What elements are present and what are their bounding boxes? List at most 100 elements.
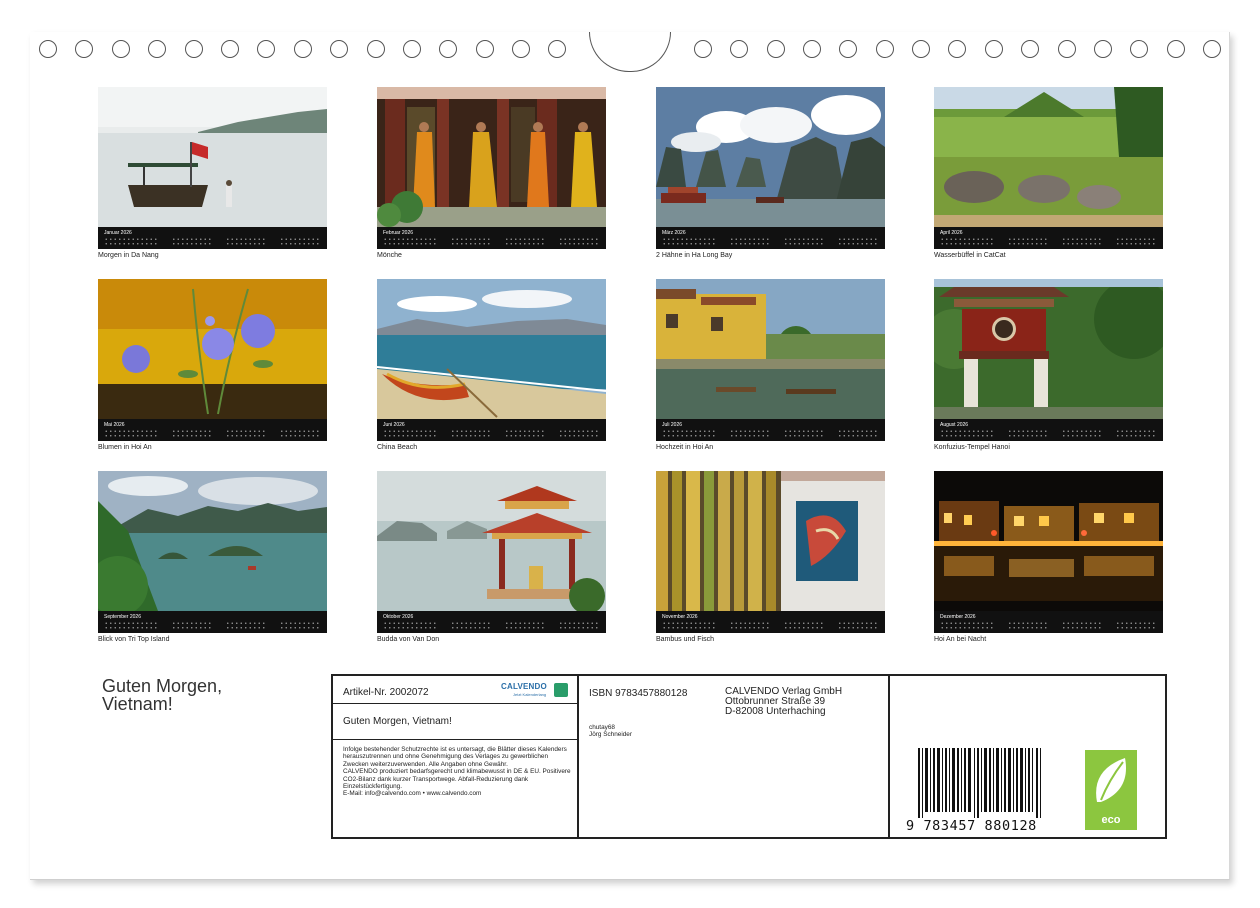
binding-hole xyxy=(439,40,457,58)
month-name: Juni 2026 xyxy=(383,422,405,428)
photo-ha-long-bay xyxy=(656,87,885,227)
binding-hole xyxy=(839,40,857,58)
barcode-number: 9 783457 880128 xyxy=(906,818,1037,834)
binding-hole xyxy=(730,40,748,58)
binding-hole xyxy=(1167,40,1185,58)
calendar-days xyxy=(940,429,1157,438)
month-name: Dezember 2026 xyxy=(940,614,976,620)
month-tile: April 2026 Wasserbüffel in CatCat xyxy=(934,87,1163,260)
photo-budda-van-don xyxy=(377,471,606,611)
month-name: März 2026 xyxy=(662,230,686,236)
photo-moenche xyxy=(377,87,606,227)
calendar-days xyxy=(104,429,321,438)
calendar-days xyxy=(940,237,1157,246)
month-tile: Mai 2026 Blumen in Hoi An xyxy=(98,279,327,452)
binding-hole xyxy=(1021,40,1039,58)
photo-caption: China Beach xyxy=(377,444,418,451)
photo-wasserbueffel xyxy=(934,87,1163,227)
calendar-days xyxy=(662,429,879,438)
month-tile: Februar 2026 Mönche xyxy=(377,87,606,260)
binding-hole xyxy=(330,40,348,58)
binding-hole xyxy=(185,40,203,58)
eco-badge: eco xyxy=(1085,750,1137,830)
imprint-col-info: Artikel-Nr. 2002072 CALVENDO Jetzt Kalen… xyxy=(333,676,579,837)
leaf-icon xyxy=(1096,758,1126,802)
binding-hole xyxy=(1203,40,1221,58)
calvendo-mark-icon xyxy=(554,683,568,697)
calendar-days xyxy=(662,621,879,630)
calendar-bar: Juni 2026 xyxy=(377,419,606,441)
month-tile: Juni 2026 China Beach xyxy=(377,279,606,452)
calendar-bar: August 2026 xyxy=(934,419,1163,441)
photo-blumen xyxy=(98,279,327,419)
month-tile: Dezember 2026 Hoi An bei Nacht xyxy=(934,471,1163,644)
photo-hoi-an xyxy=(656,279,885,419)
photo-caption: Blumen in Hoi An xyxy=(98,444,152,451)
photo-caption: Morgen in Da Nang xyxy=(98,252,159,259)
calendar-bar: Oktober 2026 xyxy=(377,611,606,633)
photo-caption: Bambus und Fisch xyxy=(656,636,714,643)
photo-caption: Mönche xyxy=(377,252,402,259)
binding-hole xyxy=(39,40,57,58)
binding-hole xyxy=(876,40,894,58)
binding-hole xyxy=(148,40,166,58)
binding-hole xyxy=(1058,40,1076,58)
photo-caption: Blick von Tri Top Island xyxy=(98,636,170,643)
calendar-bar: Januar 2026 xyxy=(98,227,327,249)
month-name: Mai 2026 xyxy=(104,422,125,428)
photo-caption: Wasserbüffel in CatCat xyxy=(934,252,1006,259)
month-tile: November 2026 Bambus und Fisch xyxy=(656,471,885,644)
photo-hoi-an-nacht xyxy=(934,471,1163,611)
photo-konfuzius-tempel xyxy=(934,279,1163,419)
month-name: Juli 2026 xyxy=(662,422,683,428)
binding-hole xyxy=(221,40,239,58)
legal-text: Infolge bestehender Schutzrechte ist es … xyxy=(343,746,571,798)
month-name: August 2026 xyxy=(940,422,969,428)
month-tile: Januar 2026 Morgen in Da Nang xyxy=(98,87,327,260)
photo-caption: Konfuzius-Tempel Hanoi xyxy=(934,444,1010,451)
photo-da-nang xyxy=(98,87,327,227)
logo-text: CALVENDO xyxy=(501,682,547,691)
binding-hole xyxy=(512,40,530,58)
calendar-bar: März 2026 xyxy=(656,227,885,249)
binding-hole xyxy=(1094,40,1112,58)
binding-hole xyxy=(548,40,566,58)
binding-hole xyxy=(367,40,385,58)
month-name: Januar 2026 xyxy=(104,230,132,236)
month-tile: März 2026 2 Hähne in Ha Long Bay xyxy=(656,87,885,260)
calendar-days xyxy=(104,237,321,246)
calendar-bar: Juli 2026 xyxy=(656,419,885,441)
calendar-bar: November 2026 xyxy=(656,611,885,633)
month-name: September 2026 xyxy=(104,614,141,620)
binding-hole xyxy=(403,40,421,58)
imprint-box: Artikel-Nr. 2002072 CALVENDO Jetzt Kalen… xyxy=(331,674,1167,839)
binding-hole xyxy=(767,40,785,58)
imprint-col-barcode: 9 783457 880128 eco xyxy=(890,676,1165,837)
photo-caption: Hoi An bei Nacht xyxy=(934,636,987,643)
month-name: Februar 2026 xyxy=(383,230,414,236)
photo-caption: 2 Hähne in Ha Long Bay xyxy=(656,252,733,259)
photo-tri-top-island xyxy=(98,471,327,611)
article-row: Artikel-Nr. 2002072 CALVENDO Jetzt Kalen… xyxy=(333,676,577,704)
binding-hole xyxy=(294,40,312,58)
binding-hole xyxy=(1130,40,1148,58)
calendar-days xyxy=(104,621,321,630)
binding-hole xyxy=(112,40,130,58)
month-tile: Oktober 2026 Budda von Van Don xyxy=(377,471,606,644)
imprint-col-publisher: ISBN 9783457880128 CALVENDO Verlag GmbH … xyxy=(579,676,890,837)
imprint-subtitle: Guten Morgen, Vietnam! xyxy=(343,716,452,727)
eco-label: eco xyxy=(1101,814,1121,826)
subtitle-row: Guten Morgen, Vietnam! xyxy=(333,704,577,740)
calendar-days xyxy=(662,237,879,246)
month-name: November 2026 xyxy=(662,614,698,620)
calendar-title: Guten Morgen, Vietnam! xyxy=(102,676,223,714)
publisher-address: CALVENDO Verlag GmbH Ottobrunner Straße … xyxy=(725,686,843,717)
photo-china-beach xyxy=(377,279,606,419)
binding-hole xyxy=(948,40,966,58)
binding-hole xyxy=(803,40,821,58)
calendar-bar: Mai 2026 xyxy=(98,419,327,441)
legal-row: Infolge bestehender Schutzrechte ist es … xyxy=(333,740,577,837)
binding-hole xyxy=(985,40,1003,58)
binding-hole xyxy=(257,40,275,58)
photo-bambus-fisch xyxy=(656,471,885,611)
